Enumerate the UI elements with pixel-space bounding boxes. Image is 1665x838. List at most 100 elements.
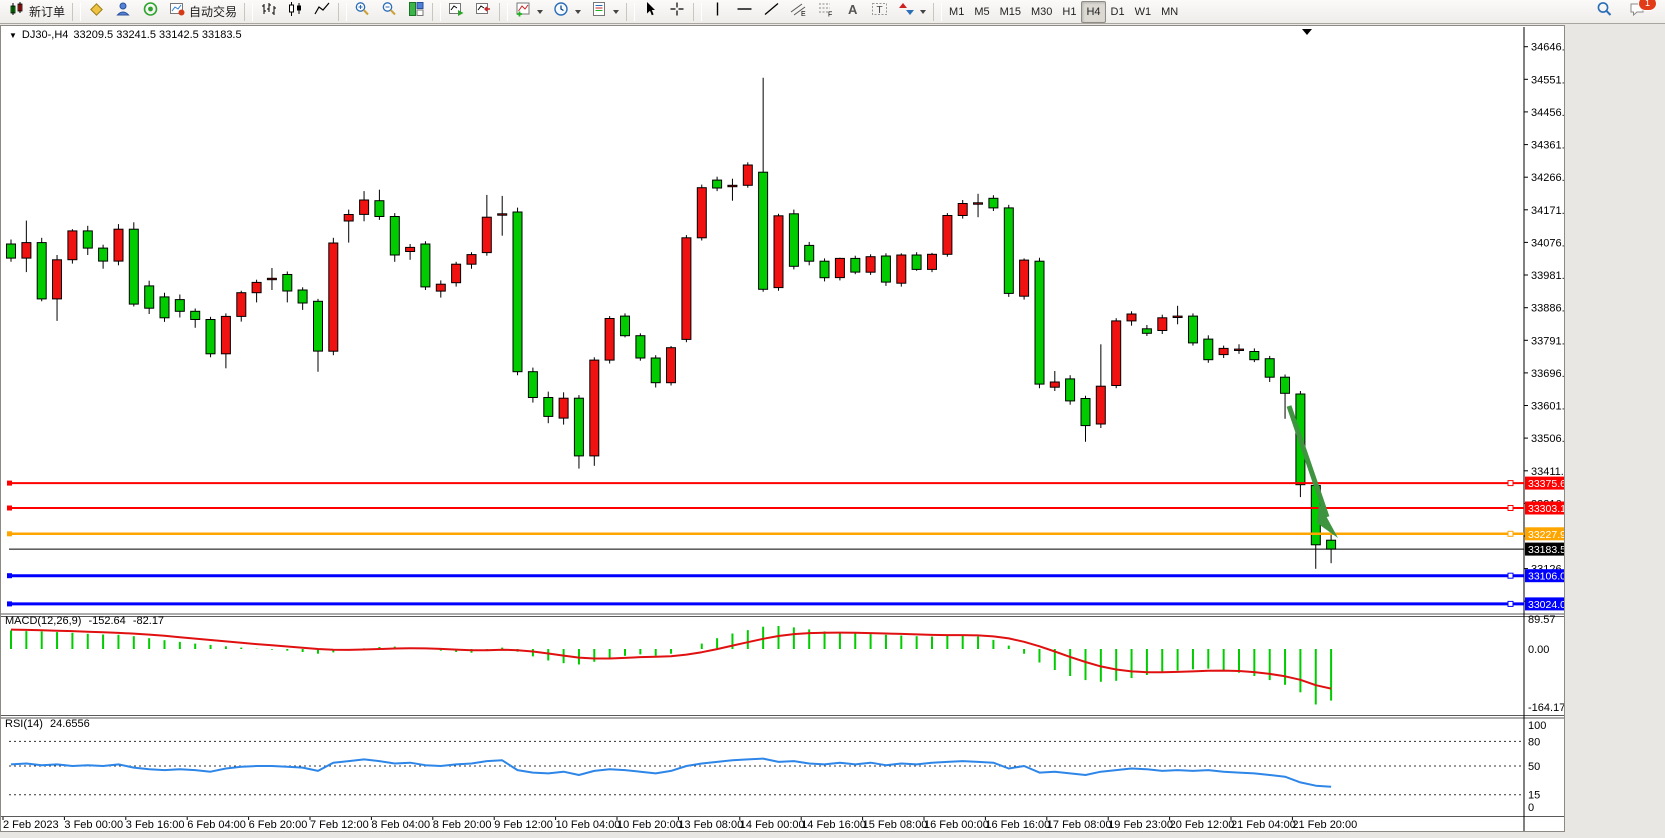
market-watch-button[interactable]: [110, 1, 137, 23]
trendline-button[interactable]: [758, 1, 785, 23]
timeframe-d1-button[interactable]: D1: [1106, 1, 1130, 23]
chartshift-icon: [475, 1, 492, 22]
notifications-button[interactable]: 1: [1624, 1, 1651, 23]
crosshair-button[interactable]: [664, 1, 691, 23]
chart-window[interactable]: 34646.534551.534456.534361.534266.534171…: [0, 25, 1565, 832]
timeframe-m15-button[interactable]: M15: [995, 1, 1026, 23]
candle-body: [1281, 377, 1290, 393]
candle-body: [114, 229, 123, 261]
bar-chart-button[interactable]: [255, 1, 282, 23]
chart-shift-button[interactable]: [470, 1, 497, 23]
horizontal-line[interactable]: [7, 601, 1524, 606]
candlestick-button[interactable]: [282, 1, 309, 23]
rsi-axis-tick: 80: [1528, 736, 1540, 748]
svg-text:F: F: [828, 12, 832, 18]
line-chart-button[interactable]: [309, 1, 336, 23]
price-chart[interactable]: 34646.534551.534456.534361.534266.534171…: [1, 26, 1564, 831]
candle-body: [191, 311, 200, 319]
horizontal-line[interactable]: [7, 506, 1524, 511]
candle-body: [406, 247, 415, 251]
timeframe-mn-button[interactable]: MN: [1156, 1, 1183, 23]
channel-button[interactable]: E: [785, 1, 812, 23]
channel-icon: E: [790, 1, 807, 22]
candle-body: [1096, 386, 1105, 424]
chevron-down-icon: [575, 10, 581, 14]
tile-windows-button[interactable]: [403, 1, 430, 23]
timeframe-w1-button[interactable]: W1: [1130, 1, 1157, 23]
shapes-icon: [898, 1, 915, 22]
indicators-button[interactable]: [510, 1, 548, 23]
zoom-in-button[interactable]: [349, 1, 376, 23]
price-line-label: 33106.0: [1525, 569, 1564, 583]
rsi-axis-tick: 0: [1528, 802, 1534, 814]
chevron-down-icon: [920, 10, 926, 14]
price-tick: 34361.5: [1531, 140, 1564, 152]
application-window: 新订单自动交易EFATM1M5M15M30H1H4D1W1MN1 34646.5…: [0, 0, 1665, 838]
candle-body: [851, 258, 860, 272]
profile-button[interactable]: [83, 1, 110, 23]
candle-body: [1081, 399, 1090, 426]
text-button[interactable]: A: [839, 1, 866, 23]
candle-body: [697, 188, 706, 238]
rsi-value: 24.6556: [50, 718, 90, 730]
periods-button[interactable]: [548, 1, 586, 23]
time-tick-label: 15 Feb 08:00: [863, 819, 928, 831]
time-tick-label: 7 Feb 12:00: [310, 819, 369, 831]
candle-body: [267, 278, 276, 279]
new-order-button[interactable]: 新订单: [4, 1, 70, 23]
search-button[interactable]: [1591, 1, 1618, 23]
candle-body: [329, 243, 338, 351]
macd-signal-value: -82.17: [133, 615, 164, 627]
timeframe-m5-button[interactable]: M5: [969, 1, 994, 23]
candle-body: [221, 316, 230, 353]
navigator-button[interactable]: [137, 1, 164, 23]
time-axis[interactable]: 2 Feb 20233 Feb 00:003 Feb 16:006 Feb 04…: [1, 818, 1521, 833]
candle-body: [605, 319, 614, 361]
cursor-button[interactable]: [637, 1, 664, 23]
timeframe-h1-button[interactable]: H1: [1057, 1, 1081, 23]
timeframe-m30-button[interactable]: M30: [1026, 1, 1057, 23]
auto-scroll-button[interactable]: [443, 1, 470, 23]
fibonacci-button[interactable]: F: [812, 1, 839, 23]
time-tick-label: 16 Feb 16:00: [985, 819, 1050, 831]
price-line-label: 33375.6: [1525, 477, 1564, 491]
chevron-down-icon: [613, 10, 619, 14]
shapes-button[interactable]: [893, 1, 931, 23]
horizontal-line-button[interactable]: [731, 1, 758, 23]
zoom-out-button[interactable]: [376, 1, 403, 23]
rsi-line: [11, 759, 1331, 787]
vertical-line-button[interactable]: [704, 1, 731, 23]
candle-body: [928, 254, 937, 269]
candle-body: [974, 203, 983, 204]
price-tick: 33601.5: [1531, 401, 1564, 413]
time-tick-label: 9 Feb 12:00: [494, 819, 553, 831]
candle-body: [129, 229, 138, 304]
candle-body: [590, 360, 599, 456]
timeframe-h4-button[interactable]: H4: [1081, 1, 1105, 23]
autoscroll-icon: [448, 1, 465, 22]
templates-button[interactable]: [586, 1, 624, 23]
candle-body: [1173, 316, 1182, 317]
time-tick-label: 8 Feb 04:00: [371, 819, 430, 831]
time-tick-label: 14 Feb 16:00: [801, 819, 866, 831]
rsi-axis-tick: 50: [1528, 761, 1540, 773]
candle-body: [498, 214, 507, 215]
price-tick: 34266.5: [1531, 172, 1564, 184]
price-line-label: 33024.0: [1525, 597, 1564, 611]
candle-body: [145, 286, 154, 308]
time-tick-label: 3 Feb 16:00: [126, 819, 185, 831]
toolbar-separator: [693, 3, 702, 21]
horizontal-line[interactable]: [7, 573, 1524, 578]
candle-body: [682, 238, 691, 340]
horizontal-line[interactable]: [7, 531, 1524, 536]
label-button[interactable]: T: [866, 1, 893, 23]
candle-body: [1327, 540, 1336, 549]
toolbar-separator: [72, 3, 81, 21]
trendline-icon: [763, 1, 780, 22]
autotrade-button[interactable]: 自动交易: [164, 1, 242, 23]
candle-body: [651, 358, 660, 383]
timeframe-m1-button[interactable]: M1: [944, 1, 969, 23]
time-tick-label: 13 Feb 08:00: [678, 819, 743, 831]
price-tick: 34171.5: [1531, 205, 1564, 217]
rsi-label: RSI(14) 24.6556: [5, 718, 94, 730]
